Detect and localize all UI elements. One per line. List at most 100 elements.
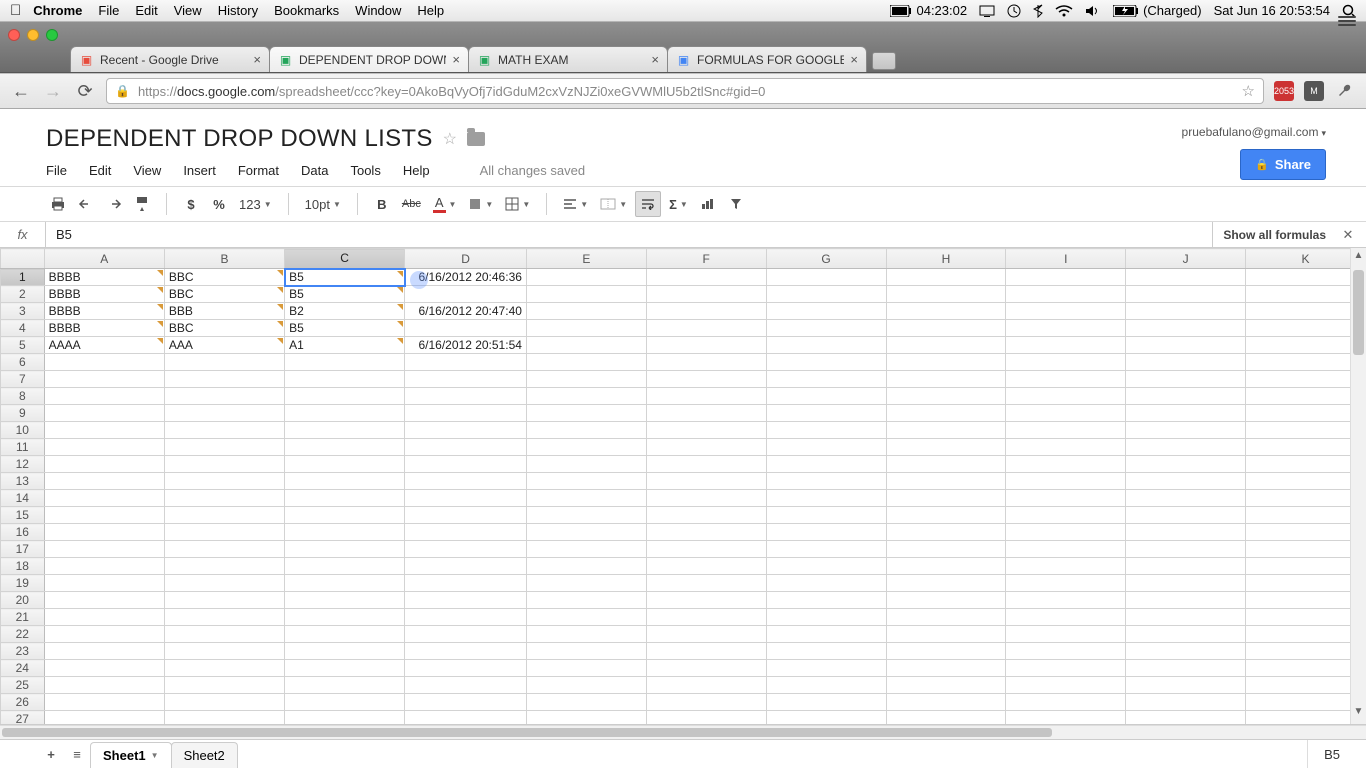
cell[interactable] (1246, 575, 1366, 592)
cell[interactable] (1126, 388, 1246, 405)
cell[interactable] (886, 473, 1006, 490)
cell[interactable] (405, 422, 527, 439)
cell[interactable] (285, 354, 405, 371)
user-email[interactable]: pruebafulano@gmail.com▾ (1182, 125, 1326, 139)
cell[interactable] (1126, 626, 1246, 643)
cell[interactable] (646, 609, 766, 626)
cell[interactable] (1126, 354, 1246, 371)
cell[interactable] (405, 388, 527, 405)
cell[interactable] (285, 388, 405, 405)
sheet-tab[interactable]: Sheet1▼ (90, 742, 172, 768)
cell[interactable] (1246, 694, 1366, 711)
cell[interactable] (44, 711, 164, 726)
paint-format-icon[interactable] (130, 191, 154, 217)
merge-button[interactable]: ▼ (596, 191, 631, 217)
cell[interactable] (646, 626, 766, 643)
cell[interactable]: B5 (285, 269, 405, 286)
bluetooth-icon[interactable] (1033, 4, 1043, 18)
cell[interactable] (164, 456, 284, 473)
wrench-icon[interactable] (1334, 80, 1356, 102)
cell[interactable] (766, 320, 886, 337)
cell[interactable] (44, 609, 164, 626)
cell[interactable] (164, 490, 284, 507)
row-header[interactable]: 20 (1, 592, 45, 609)
cell[interactable] (285, 575, 405, 592)
cell[interactable] (1006, 490, 1126, 507)
undo-icon[interactable] (74, 191, 98, 217)
cell[interactable] (886, 286, 1006, 303)
data-validation-icon[interactable] (277, 321, 283, 327)
cell[interactable] (405, 439, 527, 456)
row-header[interactable]: 19 (1, 575, 45, 592)
mac-menu-app[interactable]: Chrome (33, 3, 82, 18)
cell[interactable] (1246, 592, 1366, 609)
cell[interactable] (405, 558, 527, 575)
cell[interactable] (646, 422, 766, 439)
mac-menu-history[interactable]: History (218, 3, 258, 18)
cell[interactable] (1006, 269, 1126, 286)
cell[interactable] (1126, 456, 1246, 473)
cell[interactable]: 6/16/2012 20:51:54 (405, 337, 527, 354)
data-validation-icon[interactable] (397, 287, 403, 293)
mac-menu-help[interactable]: Help (417, 3, 444, 18)
cell[interactable] (886, 337, 1006, 354)
column-header[interactable]: J (1126, 249, 1246, 269)
cell[interactable] (766, 337, 886, 354)
cell[interactable] (164, 694, 284, 711)
cell[interactable] (1126, 677, 1246, 694)
currency-button[interactable]: $ (179, 191, 203, 217)
cell[interactable] (766, 269, 886, 286)
cell[interactable] (285, 592, 405, 609)
cell[interactable] (1246, 524, 1366, 541)
cell[interactable] (646, 456, 766, 473)
cell[interactable] (44, 558, 164, 575)
data-validation-icon[interactable] (397, 321, 403, 327)
share-button[interactable]: 🔒 Share (1240, 149, 1326, 180)
cell[interactable] (44, 354, 164, 371)
cell[interactable] (766, 456, 886, 473)
data-validation-icon[interactable] (277, 287, 283, 293)
cell[interactable] (766, 626, 886, 643)
tab-close-icon[interactable]: × (850, 52, 858, 67)
cell[interactable] (44, 643, 164, 660)
cell[interactable] (1006, 456, 1126, 473)
column-header[interactable]: I (1006, 249, 1126, 269)
cell[interactable] (766, 388, 886, 405)
browser-tab[interactable]: ▣DEPENDENT DROP DOWN LIS× (269, 46, 469, 72)
cell[interactable] (285, 609, 405, 626)
cell[interactable] (766, 371, 886, 388)
cell[interactable] (526, 320, 646, 337)
cell[interactable] (1246, 320, 1366, 337)
cell[interactable] (1246, 711, 1366, 726)
data-validation-icon[interactable] (157, 270, 163, 276)
formula-input[interactable]: B5 (46, 227, 1212, 242)
cell[interactable] (526, 626, 646, 643)
cell[interactable] (1006, 609, 1126, 626)
cell[interactable] (405, 694, 527, 711)
row-header[interactable]: 18 (1, 558, 45, 575)
cell[interactable] (526, 609, 646, 626)
bold-button[interactable]: B (370, 191, 394, 217)
cell[interactable] (1246, 354, 1366, 371)
cell[interactable] (646, 541, 766, 558)
print-icon[interactable] (46, 191, 70, 217)
cell[interactable] (886, 456, 1006, 473)
vertical-scrollbar[interactable]: ▲ ▼ (1350, 248, 1366, 724)
cell[interactable] (44, 490, 164, 507)
cell[interactable] (1126, 524, 1246, 541)
cell[interactable] (164, 592, 284, 609)
cell[interactable] (766, 592, 886, 609)
percent-button[interactable]: % (207, 191, 231, 217)
omnibox[interactable]: 🔒 https://docs.google.com/spreadsheet/cc… (106, 78, 1264, 104)
cell[interactable] (886, 660, 1006, 677)
cell[interactable] (1006, 320, 1126, 337)
cell[interactable] (405, 473, 527, 490)
row-header[interactable]: 1 (1, 269, 45, 286)
cell[interactable] (646, 337, 766, 354)
cell[interactable] (164, 388, 284, 405)
cell[interactable] (1006, 524, 1126, 541)
cell[interactable] (44, 507, 164, 524)
doc-menu-tools[interactable]: Tools (350, 163, 380, 178)
borders-button[interactable]: ▼ (501, 191, 534, 217)
cell[interactable] (526, 422, 646, 439)
